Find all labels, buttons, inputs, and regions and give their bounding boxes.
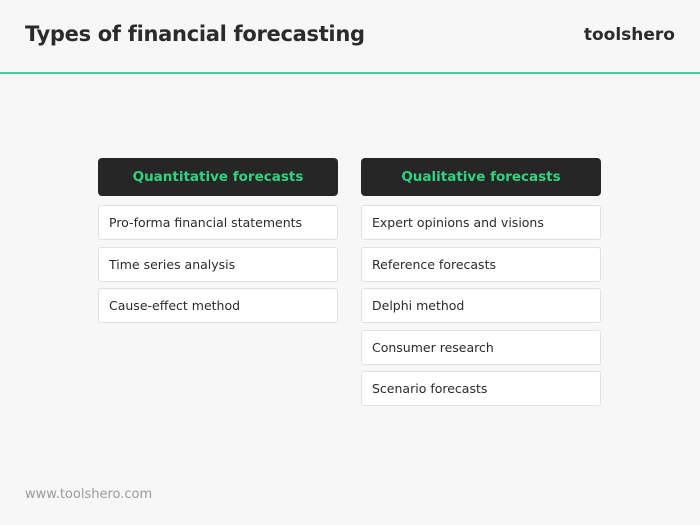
column-heading: Qualitative forecasts <box>361 158 601 196</box>
list-item: Scenario forecasts <box>361 371 601 406</box>
qualitative-column: Qualitative forecasts Expert opinions an… <box>361 158 601 413</box>
list-item: Delphi method <box>361 288 601 323</box>
list-item: Cause-effect method <box>98 288 338 323</box>
column-heading: Quantitative forecasts <box>98 158 338 196</box>
footer-url: www.toolshero.com <box>25 487 153 502</box>
quantitative-column: Quantitative forecasts Pro-forma financi… <box>98 158 338 330</box>
list-item: Expert opinions and visions <box>361 205 601 240</box>
list-item: Time series analysis <box>98 246 338 282</box>
header-divider <box>0 72 700 74</box>
list-item: Consumer research <box>361 329 601 365</box>
brand-logo: toolshero <box>583 25 675 45</box>
list-item: Pro-forma financial statements <box>98 205 338 240</box>
page-title: Types of financial forecasting <box>25 22 365 46</box>
list-item: Reference forecasts <box>361 246 601 282</box>
